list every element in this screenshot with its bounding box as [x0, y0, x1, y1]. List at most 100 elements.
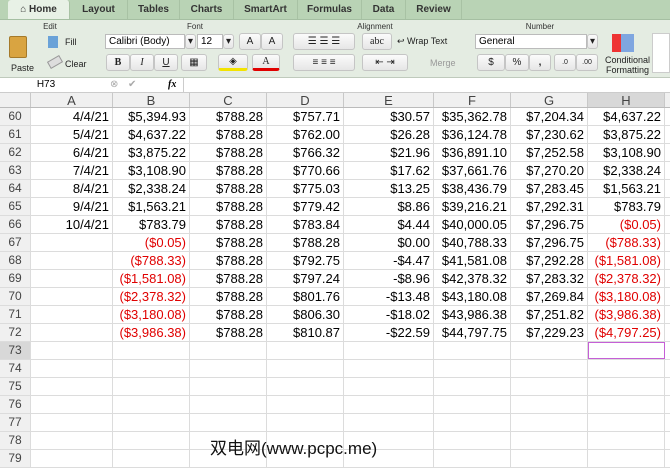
cell-a71[interactable]	[31, 306, 113, 323]
row-header[interactable]: 63	[0, 162, 31, 179]
cell-g74[interactable]	[511, 360, 588, 377]
cell-c67[interactable]: $788.28	[190, 234, 267, 251]
cell-e76[interactable]	[344, 396, 434, 413]
cell-g78[interactable]	[511, 432, 588, 449]
increase-decimal-button[interactable]: .0	[554, 54, 576, 71]
cell-e66[interactable]: $4.44	[344, 216, 434, 233]
cell-d63[interactable]: $770.66	[267, 162, 344, 179]
horizontal-align-buttons[interactable]: ≡ ≡ ≡	[293, 54, 355, 71]
formula-input[interactable]	[183, 78, 670, 92]
cell-h74[interactable]	[588, 360, 665, 377]
cell-c71[interactable]: $788.28	[190, 306, 267, 323]
cell-f79[interactable]	[434, 450, 511, 467]
column-header-d[interactable]: D	[267, 93, 344, 107]
row-header[interactable]: 74	[0, 360, 31, 377]
cell-c68[interactable]: $788.28	[190, 252, 267, 269]
cell-c66[interactable]: $788.28	[190, 216, 267, 233]
cell-f60[interactable]: $35,362.78	[434, 108, 511, 125]
cell-b77[interactable]	[113, 414, 190, 431]
grow-font-button[interactable]: A	[239, 33, 261, 50]
cell-d64[interactable]: $775.03	[267, 180, 344, 197]
row-header[interactable]: 60	[0, 108, 31, 125]
cell-g60[interactable]: $7,204.34	[511, 108, 588, 125]
wrap-text-button[interactable]: ↩ Wrap Text	[397, 36, 447, 47]
cell-d76[interactable]	[267, 396, 344, 413]
row-header[interactable]: 65	[0, 198, 31, 215]
cell-d65[interactable]: $779.42	[267, 198, 344, 215]
cell-e69[interactable]: -$8.96	[344, 270, 434, 287]
cell-f71[interactable]: $43,986.38	[434, 306, 511, 323]
row-header[interactable]: 71	[0, 306, 31, 323]
cancel-icon[interactable]: ⊗	[110, 79, 118, 90]
cell-e72[interactable]: -$22.59	[344, 324, 434, 341]
number-format-field[interactable]: General	[475, 34, 587, 49]
styles-gallery[interactable]	[652, 33, 670, 73]
cell-e77[interactable]	[344, 414, 434, 431]
cell-c75[interactable]	[190, 378, 267, 395]
cell-h60[interactable]: $4,637.22	[588, 108, 665, 125]
cell-c74[interactable]	[190, 360, 267, 377]
name-box[interactable]: H73	[0, 78, 92, 92]
cell-a78[interactable]	[31, 432, 113, 449]
cell-a64[interactable]: 8/4/21	[31, 180, 113, 197]
cell-a63[interactable]: 7/4/21	[31, 162, 113, 179]
cell-a65[interactable]: 9/4/21	[31, 198, 113, 215]
cell-a67[interactable]	[31, 234, 113, 251]
cell-e60[interactable]: $30.57	[344, 108, 434, 125]
cell-e65[interactable]: $8.86	[344, 198, 434, 215]
cell-f73[interactable]	[434, 342, 511, 359]
font-color-button[interactable]: A	[252, 54, 280, 71]
cell-b61[interactable]: $4,637.22	[113, 126, 190, 143]
fx-button[interactable]: fx	[168, 79, 176, 90]
decrease-decimal-button[interactable]: .00	[576, 54, 598, 71]
cell-h67[interactable]: ($788.33)	[588, 234, 665, 251]
cell-f65[interactable]: $39,216.21	[434, 198, 511, 215]
tab-smartart[interactable]: SmartArt	[234, 0, 298, 19]
row-header[interactable]: 75	[0, 378, 31, 395]
row-header[interactable]: 66	[0, 216, 31, 233]
cell-g72[interactable]: $7,229.23	[511, 324, 588, 341]
cell-f72[interactable]: $44,797.75	[434, 324, 511, 341]
cell-b66[interactable]: $783.79	[113, 216, 190, 233]
row-header[interactable]: 73	[0, 342, 31, 359]
cell-a62[interactable]: 6/4/21	[31, 144, 113, 161]
row-header[interactable]: 76	[0, 396, 31, 413]
tab-layout[interactable]: Layout	[70, 0, 128, 19]
cell-g62[interactable]: $7,252.58	[511, 144, 588, 161]
tab-tables[interactable]: Tables	[128, 0, 180, 19]
cell-h78[interactable]	[588, 432, 665, 449]
cell-d67[interactable]: $788.28	[267, 234, 344, 251]
cell-f63[interactable]: $37,661.76	[434, 162, 511, 179]
cell-g67[interactable]: $7,296.75	[511, 234, 588, 251]
cell-a70[interactable]	[31, 288, 113, 305]
fill-button[interactable]: Fill	[65, 37, 77, 47]
conditional-formatting-button[interactable]: Conditional Formatting	[605, 55, 650, 75]
column-header-e[interactable]: E	[344, 93, 434, 107]
cell-g76[interactable]	[511, 396, 588, 413]
cell-a60[interactable]: 4/4/21	[31, 108, 113, 125]
cell-g61[interactable]: $7,230.62	[511, 126, 588, 143]
cell-a61[interactable]: 5/4/21	[31, 126, 113, 143]
cell-b74[interactable]	[113, 360, 190, 377]
cell-a66[interactable]: 10/4/21	[31, 216, 113, 233]
cell-h68[interactable]: ($1,581.08)	[588, 252, 665, 269]
cell-h69[interactable]: ($2,378.32)	[588, 270, 665, 287]
cell-c77[interactable]	[190, 414, 267, 431]
cell-c63[interactable]: $788.28	[190, 162, 267, 179]
paste-button[interactable]: Paste	[11, 63, 34, 73]
cell-d72[interactable]: $810.87	[267, 324, 344, 341]
cell-g68[interactable]: $7,292.28	[511, 252, 588, 269]
font-size-field[interactable]: 12	[197, 34, 223, 49]
cell-g63[interactable]: $7,270.20	[511, 162, 588, 179]
cell-c76[interactable]	[190, 396, 267, 413]
cell-h62[interactable]: $3,108.90	[588, 144, 665, 161]
cell-h66[interactable]: ($0.05)	[588, 216, 665, 233]
cell-f67[interactable]: $40,788.33	[434, 234, 511, 251]
cell-f70[interactable]: $43,180.08	[434, 288, 511, 305]
cell-d68[interactable]: $792.75	[267, 252, 344, 269]
selected-cell[interactable]	[588, 342, 665, 359]
cell-b64[interactable]: $2,338.24	[113, 180, 190, 197]
cell-a76[interactable]	[31, 396, 113, 413]
column-header-g[interactable]: G	[511, 93, 588, 107]
cell-d75[interactable]	[267, 378, 344, 395]
